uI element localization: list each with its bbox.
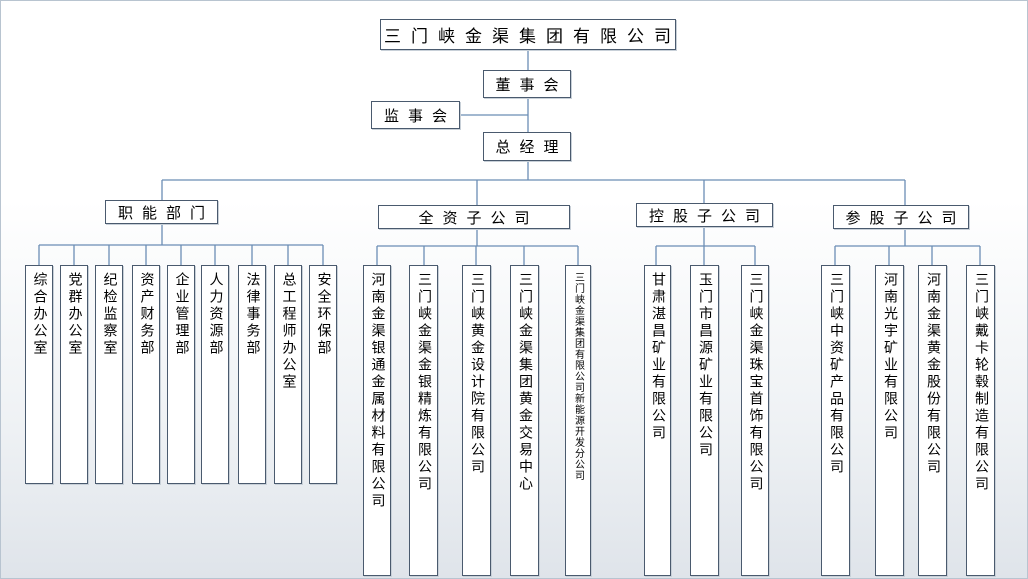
holding-company-box: 三门峡金渠珠宝首饰有限公司 bbox=[741, 265, 769, 576]
wholly-owned-header: 全资子公司 bbox=[378, 205, 570, 229]
subsidiary-box: 三门峡黄金设计院有限公司 bbox=[462, 265, 491, 576]
subsidiary-label: 三门峡金渠金银精炼有限公司 bbox=[416, 272, 432, 493]
subsidiary-box: 河南金渠银通金属材料有限公司 bbox=[363, 265, 391, 576]
functional-dept-header: 职能部门 bbox=[105, 200, 218, 224]
dept-label: 企业管理部 bbox=[173, 272, 190, 357]
subsidiary-label: 三门峡金渠集团黄金交易中心 bbox=[517, 272, 533, 493]
dept-box: 总工程师办公室 bbox=[274, 265, 302, 484]
functional-dept-label: 职能部门 bbox=[117, 203, 214, 222]
holding-company-label: 三门峡金渠珠宝首饰有限公司 bbox=[747, 272, 764, 493]
participating-company-label: 三门峡戴卡轮毂制造有限公司 bbox=[973, 272, 989, 493]
dept-label: 法律事务部 bbox=[244, 272, 261, 357]
board-box: 董事会 bbox=[483, 70, 571, 98]
subsidiary-label: 三门峡黄金设计院有限公司 bbox=[469, 272, 485, 476]
dept-box: 资产财务部 bbox=[132, 265, 160, 484]
board-label: 董事会 bbox=[495, 75, 568, 94]
dept-label: 人力资源部 bbox=[207, 272, 224, 357]
dept-box: 企业管理部 bbox=[167, 265, 195, 484]
participating-label: 参股子公司 bbox=[845, 208, 966, 227]
participating-company-box: 三门峡中资矿产品有限公司 bbox=[821, 265, 850, 576]
dept-label: 综合办公室 bbox=[31, 272, 48, 357]
dept-box: 综合办公室 bbox=[25, 265, 53, 484]
gm-label: 总经理 bbox=[495, 138, 568, 156]
company-root-label: 三门峡金渠集团有限公司 bbox=[384, 27, 681, 47]
dept-box: 法律事务部 bbox=[238, 265, 266, 484]
wholly-owned-label: 全资子公司 bbox=[418, 208, 539, 227]
company-root-box: 三门峡金渠集团有限公司 bbox=[380, 19, 676, 50]
holding-company-label: 玉门市昌源矿业有限公司 bbox=[697, 272, 713, 459]
gm-box: 总经理 bbox=[483, 132, 571, 161]
dept-box: 党群办公室 bbox=[60, 265, 88, 484]
holding-company-box: 玉门市昌源矿业有限公司 bbox=[690, 265, 719, 576]
holding-label: 控股子公司 bbox=[648, 206, 769, 225]
subsidiary-label: 河南金渠银通金属材料有限公司 bbox=[369, 272, 386, 510]
dept-box: 人力资源部 bbox=[201, 265, 229, 484]
supervisors-box: 监事会 bbox=[371, 101, 460, 129]
participating-header: 参股子公司 bbox=[833, 205, 969, 229]
holding-header: 控股子公司 bbox=[636, 203, 773, 227]
subsidiary-box: 三门峡金渠金银精炼有限公司 bbox=[409, 265, 438, 576]
participating-company-box: 河南光宇矿业有限公司 bbox=[875, 265, 904, 576]
holding-company-label: 甘肃湛昌矿业有限公司 bbox=[650, 272, 666, 442]
dept-label: 总工程师办公室 bbox=[280, 272, 297, 391]
dept-label: 党群办公室 bbox=[66, 272, 83, 357]
participating-company-box: 河南金渠黄金股份有限公司 bbox=[918, 265, 947, 576]
dept-box: 安全环保部 bbox=[309, 265, 337, 484]
subsidiary-box: 三门峡金渠集团黄金交易中心 bbox=[510, 265, 539, 576]
participating-company-label: 三门峡中资矿产品有限公司 bbox=[828, 272, 844, 476]
dept-label: 安全环保部 bbox=[315, 272, 332, 357]
participating-company-box: 三门峡戴卡轮毂制造有限公司 bbox=[966, 265, 995, 576]
dept-box: 纪检监察室 bbox=[95, 265, 123, 484]
dept-label: 纪检监察室 bbox=[101, 272, 118, 357]
participating-company-label: 河南光宇矿业有限公司 bbox=[882, 272, 898, 442]
subsidiary-box: 三门峡金渠集团有限公司新能源开发分公司 bbox=[565, 265, 591, 576]
participating-company-label: 河南金渠黄金股份有限公司 bbox=[925, 272, 941, 476]
holding-company-box: 甘肃湛昌矿业有限公司 bbox=[644, 265, 671, 576]
supervisors-label: 监事会 bbox=[383, 106, 456, 125]
dept-label: 资产财务部 bbox=[138, 272, 155, 357]
subsidiary-label: 三门峡金渠集团有限公司新能源开发分公司 bbox=[572, 272, 584, 481]
